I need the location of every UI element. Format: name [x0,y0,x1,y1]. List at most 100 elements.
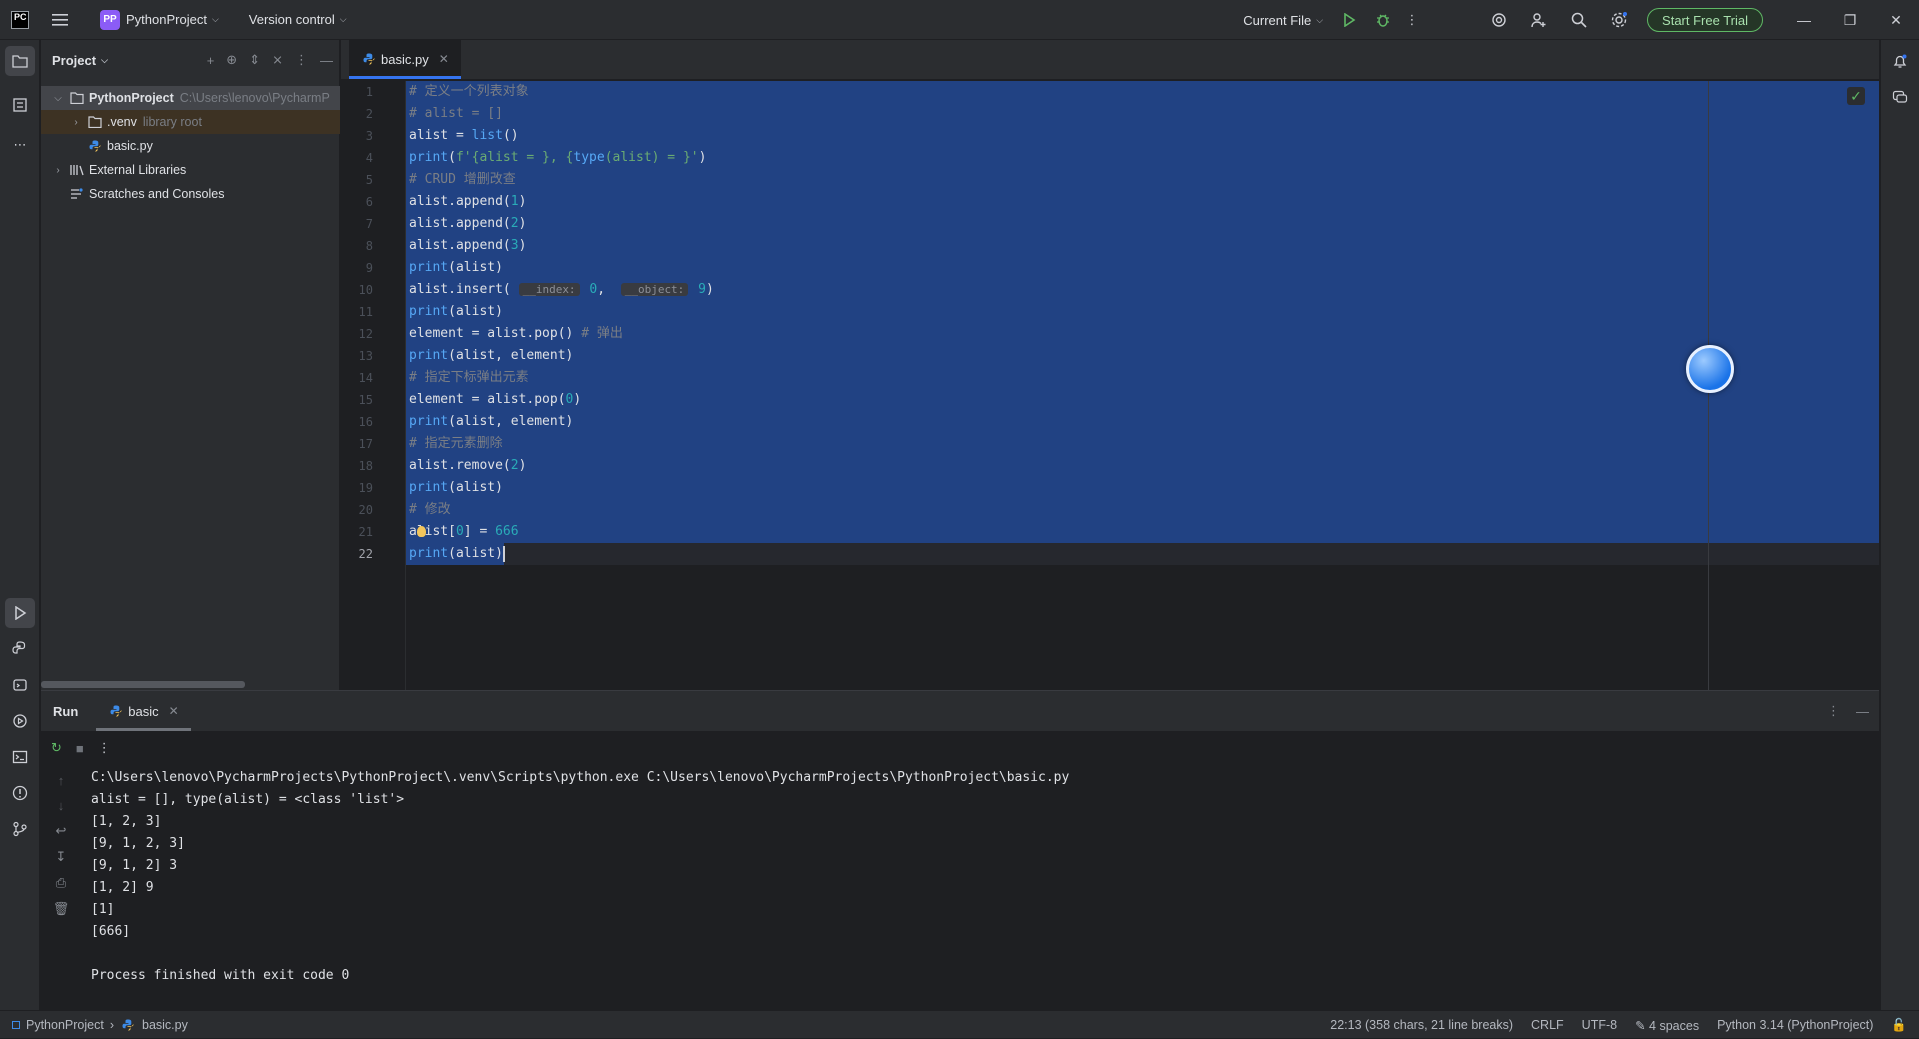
clear-console-icon[interactable]: 🗑 [53,901,70,917]
python-interpreter[interactable]: Python 3.14 (PythonProject) [1717,1018,1873,1032]
line-number: 11 [358,305,373,319]
hide-pane-icon[interactable]: — [320,53,333,68]
search-icon[interactable] [1559,0,1599,40]
minimize-icon[interactable]: — [1781,0,1827,40]
indent-setting[interactable]: ✎ 4 spaces [1635,1018,1699,1033]
project-tool-icon[interactable] [5,46,35,76]
restore-icon[interactable]: ❐ [1827,0,1873,40]
intention-bulb-icon[interactable] [417,526,426,537]
python-file-icon [87,139,103,153]
print-icon[interactable]: ⎙ [56,875,66,891]
file-encoding[interactable]: UTF-8 [1582,1018,1617,1032]
chevron-right-icon[interactable]: › [51,165,65,176]
hide-run-window-icon[interactable]: — [1856,704,1869,719]
tab-basic-py[interactable]: basic.py ✕ [349,39,461,79]
console-line: alist = [], type(alist) = <class 'list'> [91,792,405,807]
scroll-up-icon[interactable]: ↑ [58,773,65,788]
line-number: 19 [358,481,373,495]
line-number: 12 [358,327,373,341]
structure-tool-icon[interactable] [5,90,35,120]
line-number: 22 [358,547,373,561]
line-number: 3 [365,129,373,143]
chevron-down-icon[interactable]: ⌵ [51,93,65,104]
terminal-icon[interactable] [5,742,35,772]
tree-item-label: basic.py [107,139,153,153]
run-side-toolbar: ↑ ↓ ↩ ↧ ⎙ 🗑 [41,765,81,1010]
close-icon[interactable]: ✕ [1873,0,1919,40]
soft-wrap-icon[interactable]: ↩ [56,823,67,839]
debug-icon[interactable] [1369,0,1397,40]
breadcrumb-file[interactable]: basic.py [142,1018,188,1032]
tree-item-scratches[interactable]: Scratches and Consoles [41,182,340,206]
breadcrumb-project[interactable]: PythonProject [26,1018,104,1032]
vcs-widget[interactable]: Version control ⌵ [243,6,353,34]
code-lines: # 定义一个列表对象 # alist = [] alist = list() prin… [409,81,714,565]
settings-gear-icon[interactable] [1599,0,1639,40]
ai-chat-icon[interactable] [1885,82,1915,112]
run-tab-basic[interactable]: basic ✕ [96,691,192,731]
problems-icon[interactable] [5,778,35,808]
code-with-me-icon[interactable] [1519,0,1559,40]
code-line: element = alist.pop() # 弹出 [409,326,623,341]
start-free-trial-button[interactable]: Start Free Trial [1647,8,1763,32]
ai-assistant-icon[interactable] [1479,0,1519,40]
run-options-icon[interactable]: ⋮ [1827,703,1840,719]
run-config-label: Current File [1243,12,1312,28]
python-packages-icon[interactable] [5,634,35,664]
tree-item-external-libraries[interactable]: › External Libraries [41,158,340,182]
tree-item-path: C:\Users\lenovo\PycharmP [179,91,330,105]
line-number: 21 [358,525,373,539]
run-tool-icon[interactable] [5,598,35,628]
options-icon[interactable]: ⋮ [295,52,308,68]
no-problems-check-icon[interactable]: ✓ [1847,87,1865,105]
code-line: print(alist) [409,545,505,562]
stop-icon[interactable]: ■ [76,741,84,756]
more-actions-icon[interactable]: ⋮ [1397,0,1427,40]
expand-all-icon[interactable]: ⇕ [249,52,260,68]
services-icon[interactable] [5,706,35,736]
text-caret [502,545,505,562]
code-line: # alist = [] [409,106,503,121]
tree-item-venv[interactable]: › .venv library root [41,110,340,134]
python-file-icon [361,52,377,66]
close-tab-icon[interactable]: ✕ [169,704,179,718]
floating-assistant-ball[interactable] [1686,345,1734,393]
code-line: # 定义一个列表对象 [409,84,529,99]
run-config-selector[interactable]: Current File ⌵ [1237,6,1329,34]
console-line: [9, 1, 2] 3 [91,858,178,873]
git-icon[interactable] [5,814,35,844]
python-file-icon [108,704,124,718]
tree-item-project-root[interactable]: ⌵ PythonProject C:\Users\lenovo\PycharmP [41,86,340,110]
project-widget[interactable]: PP PythonProject ⌵ [94,6,225,34]
chevron-down-icon: ⌵ [1316,14,1324,25]
rerun-icon[interactable]: ↻ [51,740,62,756]
indent-icon: ✎ [1635,1018,1650,1033]
collapse-all-icon[interactable]: ⨯ [272,52,283,68]
console-output[interactable]: C:\Users\lenovo\PycharmProjects\PythonPr… [91,765,1879,1010]
horizontal-scrollbar[interactable] [41,681,245,688]
chevron-right-icon[interactable]: › [69,117,83,128]
caret-position[interactable]: 22:13 (358 chars, 21 line breaks) [1330,1018,1513,1032]
locate-file-icon[interactable]: ⊕ [226,52,237,68]
run-icon[interactable] [1329,0,1369,40]
python-console-icon[interactable] [5,670,35,700]
line-separator[interactable]: CRLF [1531,1018,1564,1032]
scroll-to-end-icon[interactable]: ↧ [56,849,67,865]
new-file-icon[interactable]: + [207,53,215,68]
lock-icon[interactable]: 🔓 [1891,1018,1907,1033]
console-line: [1, 2] 9 [91,880,154,895]
notifications-icon[interactable] [1885,46,1915,76]
tree-item-basic-py[interactable]: basic.py [41,134,340,158]
more-tools-icon[interactable]: ⋯ [5,130,35,160]
main-menu-icon[interactable] [40,0,80,40]
more-run-actions-icon[interactable]: ⋮ [98,740,111,756]
line-number: 18 [358,459,373,473]
close-tab-icon[interactable]: ✕ [439,52,449,66]
code-line: alist = list() [409,128,519,143]
line-number: 6 [365,195,373,209]
console-line: [1] [91,902,115,917]
code-area[interactable]: # 定义一个列表对象 # alist = [] alist = list() prin… [406,81,1879,690]
scroll-down-icon[interactable]: ↓ [58,798,65,813]
run-tab-label: basic [128,703,159,719]
